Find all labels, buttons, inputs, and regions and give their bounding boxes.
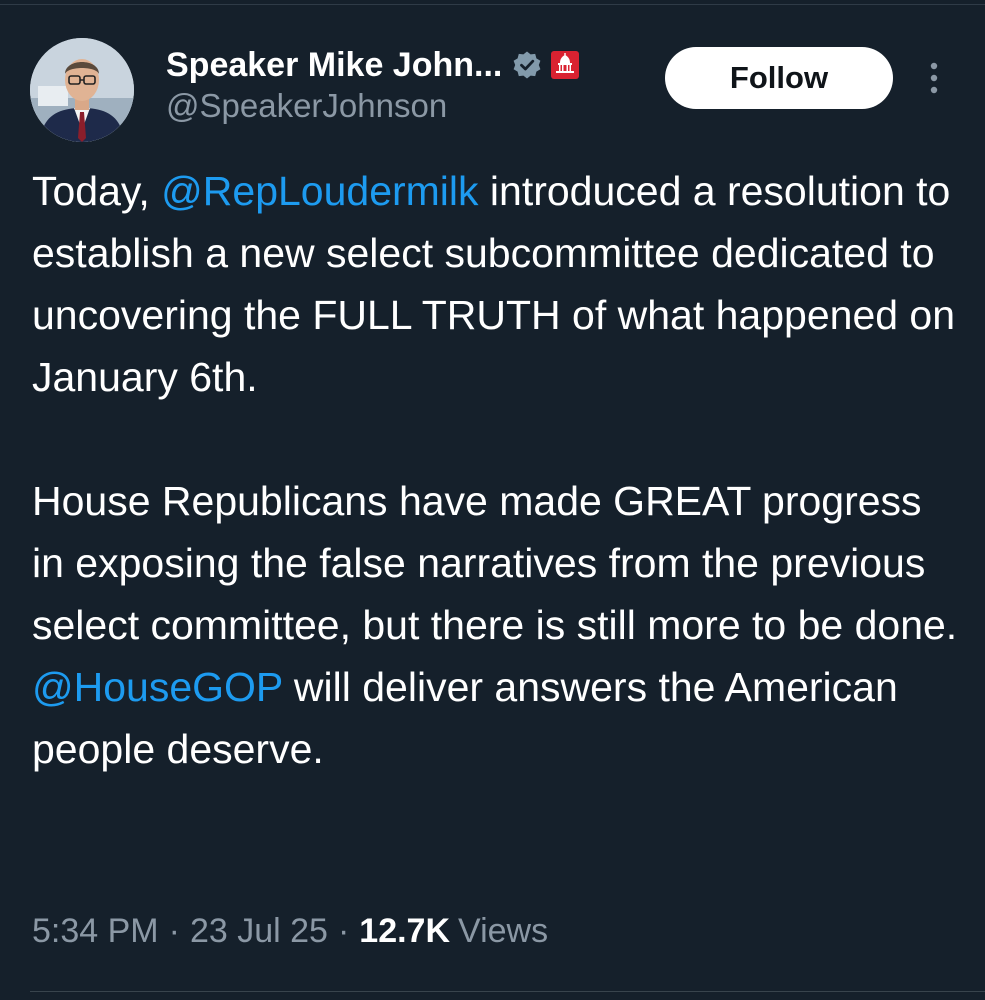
tweet-paragraph-1: Today, @RepLoudermilk introduced a resol… [32,160,962,408]
tweet-date[interactable]: 23 Jul 25 [190,912,328,951]
profile-photo [30,38,134,142]
tweet-time[interactable]: 5:34 PM [32,912,159,951]
follow-button[interactable]: Follow [665,47,893,109]
tweet-meta: 5:34 PM · 23 Jul 25 · 12.7K Views [32,912,548,951]
capitol-affiliate-icon[interactable] [550,50,580,80]
bottom-divider [30,991,985,992]
author-name-row[interactable]: Speaker Mike John... [166,42,580,88]
top-divider [0,4,985,5]
avatar[interactable] [30,38,134,142]
views-count[interactable]: 12.7K [359,912,450,951]
mention-housegop-link[interactable]: @HouseGOP [32,664,283,710]
meta-separator: · [337,912,350,950]
tweet-text-segment: Today, [32,168,162,214]
mention-reploudermilk-link[interactable]: @RepLoudermilk [161,168,478,214]
views-label[interactable]: Views [458,912,548,951]
verified-badge-icon[interactable] [512,50,542,80]
meta-separator: · [168,912,180,950]
author-display-name[interactable]: Speaker Mike John... [166,46,502,85]
tweet-text-segment: House Republicans have made GREAT progre… [32,478,958,648]
author-handle[interactable]: @SpeakerJohnson [166,87,447,125]
tweet-text: Today, @RepLoudermilk introduced a resol… [32,160,962,780]
tweet-paragraph-2: House Republicans have made GREAT progre… [32,470,962,780]
more-options-icon[interactable] [924,58,944,98]
